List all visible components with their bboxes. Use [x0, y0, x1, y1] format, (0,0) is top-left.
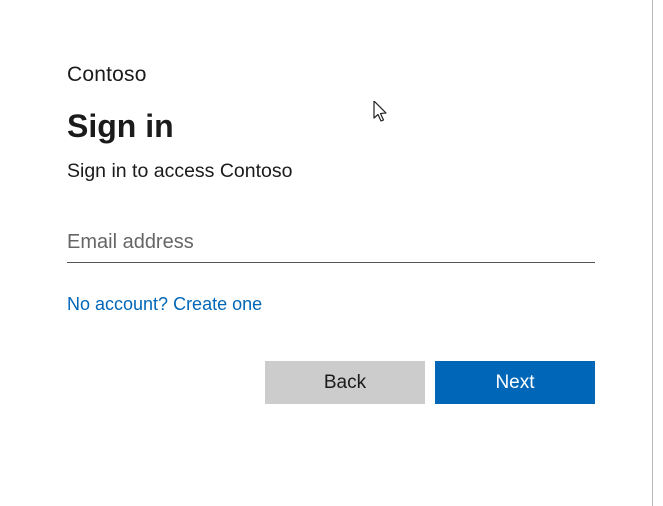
signin-card: Contoso Sign in Sign in to access Contos…	[0, 0, 663, 452]
next-button[interactable]: Next	[435, 361, 595, 404]
dialog-border	[652, 0, 653, 506]
back-button[interactable]: Back	[265, 361, 425, 404]
brand-name: Contoso	[67, 63, 595, 87]
page-title: Sign in	[67, 108, 595, 145]
create-account-link[interactable]: No account? Create one	[67, 294, 262, 315]
button-row: Back Next	[67, 361, 595, 404]
email-field[interactable]	[67, 225, 595, 263]
page-subtitle: Sign in to access Contoso	[67, 160, 595, 183]
